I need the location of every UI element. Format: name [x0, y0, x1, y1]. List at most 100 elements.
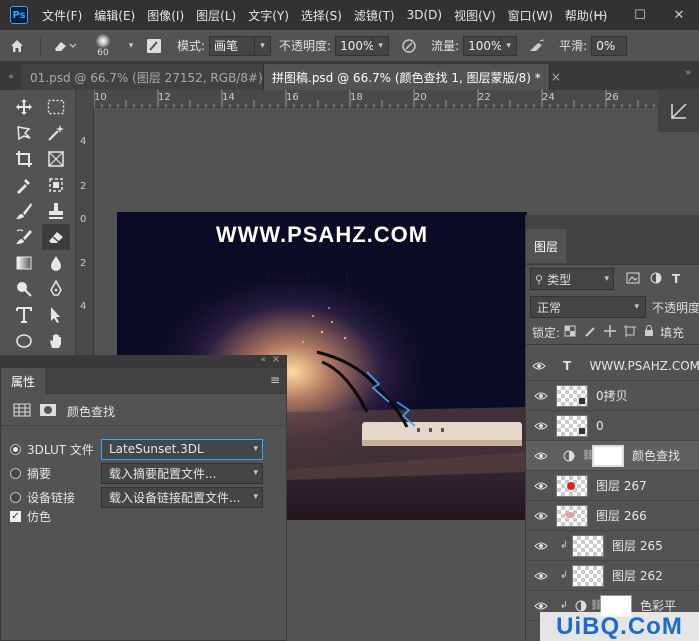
eye-icon[interactable]: [526, 601, 556, 611]
history-brush-tool-icon[interactable]: [10, 224, 38, 250]
chevron-down-icon[interactable]: ▾: [373, 35, 390, 56]
properties-panel-grip[interactable]: « ×: [1, 354, 286, 368]
frame-tool-icon[interactable]: [42, 146, 70, 172]
layer-row-0-copy[interactable]: 0拷贝: [526, 381, 699, 411]
eye-icon[interactable]: [526, 511, 556, 521]
path-selection-tool-icon[interactable]: [42, 302, 70, 328]
maximize-icon[interactable]: ☐: [620, 0, 660, 30]
crop-tool-icon[interactable]: [10, 146, 38, 172]
layer-row-262[interactable]: ↲ 图层 262: [526, 561, 699, 591]
blur-tool-icon[interactable]: [42, 250, 70, 276]
eye-icon[interactable]: [526, 481, 556, 491]
blend-mode-select[interactable]: 正常 ▾: [530, 296, 646, 318]
mode-select[interactable]: 画笔: [209, 35, 256, 56]
brush-settings-icon[interactable]: [139, 38, 169, 54]
ruler-horizontal[interactable]: 10 12 14 16 18 20 22 24 26: [94, 90, 699, 108]
menu-layer[interactable]: 图层(L): [190, 7, 242, 24]
layer-row-color-lookup[interactable]: ⛓ 颜色查找: [526, 441, 699, 471]
lasso-tool-icon[interactable]: [10, 120, 38, 146]
layer-mask-thumbnail[interactable]: [592, 444, 624, 467]
eraser-tool-preset-icon[interactable]: [47, 39, 83, 53]
pen-tool-icon[interactable]: [42, 276, 70, 302]
menu-filter[interactable]: 滤镜(T): [348, 7, 401, 24]
tab-document-01[interactable]: 01.psd @ 66.7% (图层 27152, RGB/8#) * ×: [22, 64, 293, 90]
eyedropper-tool-icon[interactable]: [10, 172, 38, 198]
filter-pixel-icon[interactable]: [626, 272, 640, 287]
option-device-link[interactable]: 设备链接 载入设备链接配置文件... ▾: [1, 486, 288, 508]
layer-row-text[interactable]: T WWW.PSAHZ.COM: [526, 351, 699, 381]
menu-image[interactable]: 图像(I): [141, 7, 190, 24]
lock-position-icon[interactable]: [604, 325, 617, 340]
abstract-profile-select[interactable]: 载入摘要配置文件... ▾: [101, 462, 263, 484]
menu-window[interactable]: 窗口(W): [502, 7, 559, 24]
brush-tool-icon[interactable]: [10, 198, 38, 224]
chain-link-icon[interactable]: ⛓: [590, 600, 603, 611]
photoshop-logo-icon[interactable]: Ps: [10, 6, 28, 24]
tab-document-pintu[interactable]: 拼图稿.psd @ 66.7% (颜色查找 1, 图层蒙版/8) * ×: [264, 64, 561, 90]
option-abstract[interactable]: 摘要 载入摘要配置文件... ▾: [1, 462, 288, 484]
history-panel-icon[interactable]: [658, 90, 699, 132]
hand-tool-icon[interactable]: [42, 328, 70, 354]
dither-checkbox[interactable]: ✓: [10, 510, 21, 522]
mask-icon[interactable]: [39, 403, 57, 420]
move-tool-icon[interactable]: [10, 94, 38, 120]
menu-3d[interactable]: 3D(D): [401, 8, 448, 22]
layer-row-267[interactable]: 图层 267: [526, 471, 699, 501]
collapse-panels-icon[interactable]: »: [685, 68, 691, 78]
panel-menu-icon[interactable]: ≡: [270, 373, 280, 387]
menu-select[interactable]: 选择(S): [295, 7, 348, 24]
smoothing-input[interactable]: 0%: [591, 35, 628, 56]
menu-type[interactable]: 文字(Y): [242, 7, 295, 24]
eye-icon[interactable]: [526, 541, 556, 551]
option-dither[interactable]: ✓ 仿色: [1, 506, 288, 526]
close-window-icon[interactable]: ✕: [659, 0, 699, 30]
filter-type-icon[interactable]: T: [672, 272, 680, 286]
radio-device-link[interactable]: [10, 491, 21, 503]
layer-filter-select[interactable]: ⚲ 类型 ▾: [530, 268, 614, 290]
ellipse-tool-icon[interactable]: [10, 328, 38, 354]
chain-link-icon[interactable]: ⛓: [582, 450, 595, 461]
chevron-down-icon[interactable]: ▾: [123, 41, 139, 51]
gradient-tool-icon[interactable]: [10, 250, 38, 276]
type-tool-icon[interactable]: [10, 302, 38, 328]
lock-pixels-icon[interactable]: [584, 325, 596, 340]
eye-icon[interactable]: [526, 391, 556, 401]
lock-artboard-icon[interactable]: [624, 325, 637, 340]
chevron-down-icon[interactable]: ▾: [255, 35, 272, 56]
collapse-panel-icon[interactable]: «: [260, 355, 266, 365]
brush-size-picker[interactable]: 60: [83, 33, 123, 58]
magic-wand-tool-icon[interactable]: [42, 120, 70, 146]
lock-transparent-icon[interactable]: [564, 325, 576, 340]
adjustment-grid-icon[interactable]: [13, 403, 31, 420]
option-3dlut[interactable]: 3DLUT 文件 LateSunset.3DL ▾: [1, 438, 288, 460]
chevron-down-icon[interactable]: ▾: [501, 35, 518, 56]
layer-row-265[interactable]: ↲ 图层 265: [526, 531, 699, 561]
collapse-toolbar-icon[interactable]: «: [0, 64, 22, 90]
eraser-tool-icon[interactable]: [42, 224, 70, 250]
airbrush-icon[interactable]: [523, 39, 551, 53]
tab-layers[interactable]: 图层: [526, 229, 567, 263]
minimize-icon[interactable]: —: [580, 0, 620, 30]
pressure-opacity-icon[interactable]: [395, 38, 423, 54]
object-select-tool-icon[interactable]: [42, 172, 70, 198]
menu-view[interactable]: 视图(V): [448, 7, 502, 24]
clone-stamp-tool-icon[interactable]: [42, 198, 70, 224]
ruler-vertical[interactable]: 4 2 0 2 4: [76, 108, 94, 358]
marquee-tool-icon[interactable]: [42, 94, 70, 120]
tab-properties[interactable]: 属性: [1, 368, 46, 394]
lock-all-icon[interactable]: [644, 325, 654, 340]
radio-3dlut[interactable]: [10, 443, 21, 455]
home-icon[interactable]: [0, 38, 34, 54]
eye-icon[interactable]: [526, 421, 556, 431]
device-link-select[interactable]: 载入设备链接配置文件... ▾: [101, 486, 263, 508]
menu-edit[interactable]: 编辑(E): [88, 7, 141, 24]
layer-row-266[interactable]: 图层 266: [526, 501, 699, 531]
close-icon[interactable]: ×: [551, 70, 561, 84]
3dlut-file-select[interactable]: LateSunset.3DL ▾: [101, 438, 263, 460]
eye-icon[interactable]: [526, 451, 556, 461]
radio-abstract[interactable]: [10, 467, 21, 479]
filter-adjustment-icon[interactable]: [650, 272, 662, 287]
opacity-input[interactable]: 100%: [335, 35, 374, 56]
close-panel-icon[interactable]: ×: [272, 354, 280, 365]
eye-icon[interactable]: [526, 361, 553, 371]
